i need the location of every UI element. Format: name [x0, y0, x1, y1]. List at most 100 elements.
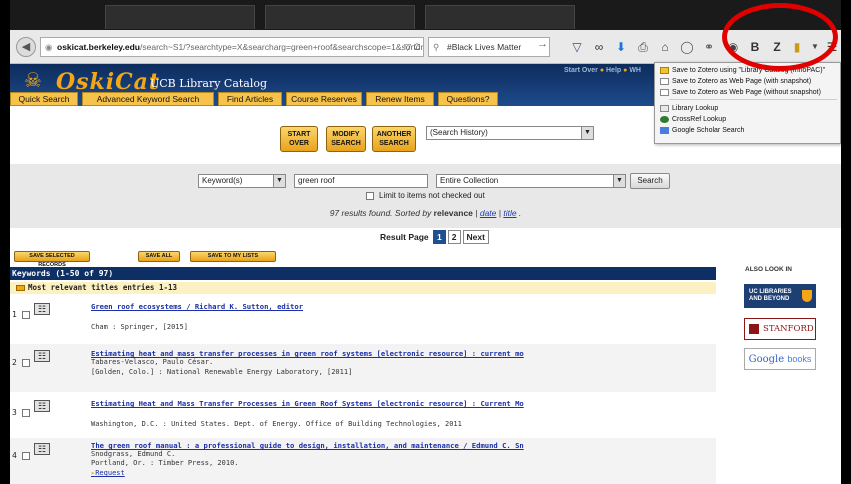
result-publisher: Portland, Or. : Timber Press, 2010. [91, 459, 239, 467]
pagination: Result Page 1 2 Next [380, 230, 489, 244]
menu-item-library-lookup[interactable]: Library Lookup [658, 103, 718, 114]
book-icon: ☷ [34, 443, 50, 455]
url-path: /search~S1/?searchtype=X&searcharg=green… [140, 42, 424, 52]
infinity-icon[interactable]: ∞ [590, 38, 608, 56]
search-type-select[interactable]: Keyword(s) ▼ [198, 174, 286, 188]
addon-icon[interactable]: ◯ [678, 38, 696, 56]
stanford-logo-icon [749, 324, 759, 334]
browser-tab[interactable] [265, 5, 415, 29]
limit-checkbox[interactable] [366, 191, 374, 200]
search-button[interactable]: Search [630, 173, 670, 189]
result-checkbox[interactable] [21, 451, 30, 460]
result-publisher: Cham : Springer, [2015] [91, 323, 188, 331]
search-text: #Black Lives Matter [447, 42, 522, 52]
limit-label: Limit to items not checked out [379, 191, 485, 200]
start-over-label-2: OVER [289, 139, 309, 147]
result-checkbox[interactable] [21, 408, 30, 417]
tab-renew-items[interactable]: Renew Items [366, 92, 434, 106]
zotero-menu: Save to Zotero using "Library Catalog (I… [654, 62, 841, 144]
modify-search-button[interactable]: MODIFY SEARCH [326, 126, 366, 152]
query-input[interactable]: green roof [294, 174, 428, 188]
wh-link[interactable]: WH [629, 67, 641, 74]
chevron-down-icon: ▼ [581, 127, 593, 139]
browser-window: ◀ ◉ oskicat.berkeley.edu/search~S1/?searc… [10, 0, 841, 484]
result-row: 4 ☷ The green roof manual : a profession… [10, 438, 716, 484]
menu-item-crossref-lookup[interactable]: CrossRef Lookup [658, 114, 726, 125]
scholar-icon [660, 127, 669, 134]
google-books-button[interactable]: Google books [744, 348, 816, 370]
browser-tab[interactable] [425, 5, 575, 29]
result-number: 4 [12, 451, 35, 460]
start-over-button[interactable]: START OVER [280, 126, 318, 152]
menu-item-save-without-snapshot[interactable]: Save to Zotero as Web Page (without snap… [658, 87, 821, 98]
tab-course-reserves[interactable]: Course Reserves [286, 92, 362, 106]
history-value: (Search History) [430, 128, 488, 137]
browser-toolbar: ◀ ◉ oskicat.berkeley.edu/search~S1/?searc… [10, 30, 841, 64]
limit-checkbox-row: Limit to items not checked out [366, 191, 485, 200]
tab-advanced-keyword-search[interactable]: Advanced Keyword Search [82, 92, 214, 106]
start-over-label-1: START [287, 131, 311, 138]
result-title-link[interactable]: Green roof ecosystems / Richard K. Sutto… [91, 302, 303, 311]
print-icon[interactable]: ⎙ [634, 38, 652, 56]
stanford-button[interactable]: STANFORD [744, 318, 816, 340]
address-bar[interactable]: ◉ oskicat.berkeley.edu/search~S1/?searcht… [40, 37, 424, 57]
globe-icon: ◉ [45, 42, 53, 52]
menu-label: Save to Zotero as Web Page (without snap… [672, 89, 821, 96]
search-input[interactable]: ⚲ #Black Lives Matter [428, 37, 550, 57]
page-2[interactable]: 2 [447, 230, 461, 244]
menu-label: Google Scholar Search [672, 127, 745, 134]
chevron-down-icon: ▼ [613, 175, 625, 187]
home-icon[interactable]: ⌂ [656, 38, 674, 56]
collection-select[interactable]: Entire Collection ▼ [436, 174, 626, 188]
search-go-icon[interactable]: → [537, 38, 548, 50]
save-to-lists-button[interactable]: SAVE TO MY LISTS [190, 251, 276, 262]
folder-icon [660, 67, 669, 74]
tab-strip [10, 0, 841, 30]
help-link[interactable]: Help [606, 67, 621, 74]
result-number: 2 [12, 358, 35, 367]
page-1[interactable]: 1 [433, 230, 446, 244]
back-arrow-icon[interactable]: ◀ [16, 37, 36, 57]
request-link[interactable]: Request [91, 469, 125, 477]
sync-icon[interactable]: ⚭ [700, 38, 718, 56]
result-title-link[interactable]: Estimating heat and mass transfer proces… [91, 349, 524, 358]
another-label-2: SEARCH [379, 139, 409, 147]
start-over-link[interactable]: Start Over [564, 67, 598, 74]
sort-date-link[interactable]: date [480, 208, 497, 218]
search-panel: Keyword(s) ▼ green roof Entire Collectio… [10, 164, 841, 228]
search-icon: ⚲ [433, 42, 440, 52]
sort-current: relevance [433, 208, 473, 218]
library-icon [660, 105, 669, 112]
tab-find-articles[interactable]: Find Articles [218, 92, 282, 106]
result-row: 3 ☷ Estimating Heat and Mass Transfer Pr… [10, 394, 716, 438]
tab-questions[interactable]: Questions? [438, 92, 498, 106]
also-look-label: ALSO LOOK IN [745, 266, 792, 273]
collection-value: Entire Collection [440, 176, 499, 185]
pocket-icon[interactable]: ▽ [568, 38, 586, 56]
result-checkbox[interactable] [21, 358, 30, 367]
menu-label: Library Lookup [672, 105, 719, 112]
download-icon[interactable]: ⬇ [612, 38, 630, 56]
browser-tab[interactable] [105, 5, 255, 29]
tab-quick-search[interactable]: Quick Search [10, 92, 78, 106]
chevron-down-icon: ▼ [273, 175, 285, 187]
next-page-button[interactable]: Next [462, 230, 489, 244]
shield-icon [802, 290, 812, 302]
menu-item-google-scholar[interactable]: Google Scholar Search [658, 125, 744, 136]
book-icon: ☷ [34, 350, 50, 362]
reload-icon[interactable]: ▽ C [404, 38, 420, 56]
result-title-link[interactable]: Estimating Heat and Mass Transfer Proces… [91, 399, 524, 408]
save-all-button[interactable]: SAVE ALL [138, 251, 180, 262]
another-search-button[interactable]: ANOTHER SEARCH [372, 126, 416, 152]
search-history-select[interactable]: (Search History) ▼ [426, 126, 594, 140]
result-checkbox[interactable] [21, 310, 30, 319]
book-icon: ☷ [34, 303, 50, 315]
save-selected-button[interactable]: SAVE SELECTED RECORDS [14, 251, 90, 268]
sort-title-link[interactable]: title [503, 208, 516, 218]
uc-libraries-button[interactable]: UC LIBRARIES AND BEYOND [744, 284, 816, 308]
result-title-link[interactable]: The green roof manual : a professional g… [91, 441, 524, 450]
menu-item-save-with-snapshot[interactable]: Save to Zotero as Web Page (with snapsho… [658, 76, 811, 87]
result-author: Tabares-Velasco, Paulo César. [91, 358, 214, 366]
result-row: 1 ☷ Green roof ecosystems / Richard K. S… [10, 296, 716, 342]
result-number: 3 [12, 408, 35, 417]
